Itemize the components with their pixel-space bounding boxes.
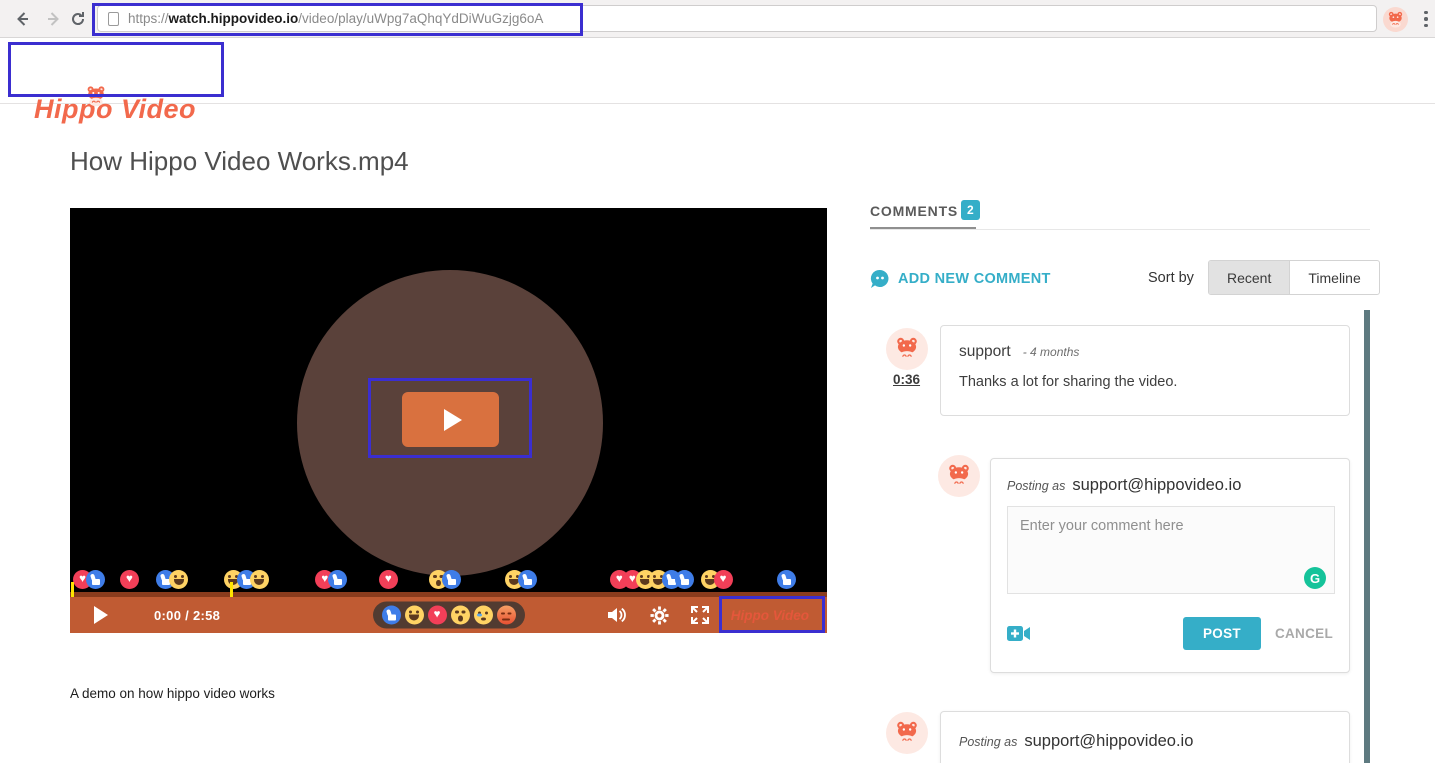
player-watermark: Hippo Video [731, 608, 811, 623]
timeline-marker[interactable] [230, 582, 233, 597]
cry-reaction-icon[interactable] [474, 606, 493, 625]
reaction-marker-group [777, 570, 796, 589]
reaction-marker-group [505, 570, 537, 589]
site-header: Hippo Video [0, 38, 1435, 104]
url-host: watch.hippovideo.io [169, 11, 299, 26]
cancel-button[interactable]: CANCEL [1275, 626, 1333, 641]
hippo-logo-icon [84, 84, 108, 108]
fullscreen-icon[interactable] [690, 605, 710, 625]
play-overlay-button[interactable] [402, 392, 499, 447]
reaction-markers-row [70, 570, 827, 589]
tab-divider [870, 229, 1370, 230]
comment-card: support - 4 months Thanks a lot for shar… [940, 325, 1350, 416]
browser-profile-avatar[interactable] [1383, 7, 1408, 32]
angry-reaction-icon[interactable] [497, 606, 516, 625]
heart-reaction-icon[interactable] [379, 570, 398, 589]
heart-reaction-icon[interactable] [714, 570, 733, 589]
thumb-reaction-icon[interactable] [518, 570, 537, 589]
reload-icon[interactable] [66, 7, 90, 31]
reaction-marker-group [610, 570, 694, 589]
grammarly-icon[interactable]: G [1304, 567, 1326, 589]
browser-menu-icon[interactable] [1419, 8, 1433, 30]
wow-reaction-icon[interactable] [451, 606, 470, 625]
comments-count-badge: 2 [961, 200, 980, 220]
video-title: How Hippo Video Works.mp4 [70, 146, 409, 177]
laugh-reaction-icon[interactable] [250, 570, 269, 589]
laugh-reaction-icon[interactable] [169, 570, 188, 589]
thumb-reaction-icon[interactable] [675, 570, 694, 589]
reaction-marker-group [429, 570, 461, 589]
browser-toolbar: https://watch.hippovideo.io/video/play/u… [0, 0, 1435, 38]
composer2-avatar [886, 712, 928, 754]
thumb-reaction-icon[interactable] [442, 570, 461, 589]
reaction-marker-group [73, 570, 105, 589]
video-controls-bar: 0:00 / 2:58 [70, 597, 827, 633]
comment-author: support [959, 343, 1011, 361]
post-button[interactable]: POST [1183, 617, 1261, 650]
comments-scrollbar[interactable] [1364, 310, 1370, 763]
video-description: A demo on how hippo video works [70, 686, 275, 701]
comment-age: - 4 months [1023, 345, 1080, 359]
sort-toggle-group: Recent Timeline [1208, 260, 1380, 295]
sort-by-label: Sort by [1148, 270, 1194, 286]
time-display: 0:00 / 2:58 [154, 608, 220, 623]
comment-text: Thanks a lot for sharing the video. [959, 374, 1331, 390]
posting-as-email: support@hippovideo.io [1072, 476, 1241, 495]
add-new-comment-button[interactable]: ADD NEW COMMENT [870, 269, 1051, 289]
reaction-marker-group [701, 570, 733, 589]
posting-as-label: Posting as [1007, 479, 1065, 493]
comment-avatar [886, 328, 928, 370]
url-path: /video/play/uWpg7aQhqYdDiWuGzjg6oA [298, 11, 543, 26]
reaction-marker-group [120, 570, 139, 589]
comment-composer-2: Posting as support@hippovideo.io [940, 711, 1350, 763]
comment-timestamp-link[interactable]: 0:36 [893, 372, 920, 387]
forward-icon[interactable] [42, 7, 66, 31]
page: https://watch.hippovideo.io/video/play/u… [0, 0, 1435, 763]
tab-comments[interactable]: COMMENTS [870, 203, 958, 219]
thumb-reaction-icon[interactable] [777, 570, 796, 589]
add-video-comment-icon[interactable] [1007, 625, 1031, 642]
posting-as-label-2: Posting as [959, 735, 1017, 749]
site-logo[interactable]: Hippo Video [34, 94, 196, 125]
video-player: 0:00 / 2:58 [70, 208, 827, 633]
back-icon[interactable] [10, 7, 34, 31]
volume-icon[interactable] [607, 606, 629, 624]
reaction-picker-pill[interactable] [373, 602, 525, 629]
comment-composer: Posting as support@hippovideo.io G POST … [990, 458, 1350, 673]
video-screen[interactable] [70, 208, 827, 592]
timeline-marker[interactable] [71, 582, 74, 597]
comment-input[interactable] [1007, 506, 1335, 594]
add-new-comment-label: ADD NEW COMMENT [898, 271, 1051, 287]
heart-reaction-icon[interactable] [428, 606, 447, 625]
reaction-marker-group [315, 570, 347, 589]
thumb-reaction-icon[interactable] [382, 606, 401, 625]
composer-avatar [938, 455, 980, 497]
play-control-icon[interactable] [94, 606, 108, 624]
laugh-reaction-icon[interactable] [405, 606, 424, 625]
posting-as-email-2: support@hippovideo.io [1024, 732, 1193, 751]
settings-gear-icon[interactable] [650, 606, 669, 625]
comment-bubble-icon [870, 269, 890, 289]
sort-option-timeline[interactable]: Timeline [1289, 261, 1378, 294]
address-bar[interactable]: https://watch.hippovideo.io/video/play/u… [97, 5, 1377, 32]
url-scheme: https:// [128, 11, 169, 26]
play-icon [444, 409, 462, 431]
thumb-reaction-icon[interactable] [86, 570, 105, 589]
sort-option-recent[interactable]: Recent [1209, 261, 1289, 294]
page-security-icon[interactable] [108, 12, 119, 26]
reaction-marker-group [379, 570, 398, 589]
reaction-marker-group [156, 570, 188, 589]
heart-reaction-icon[interactable] [120, 570, 139, 589]
thumb-reaction-icon[interactable] [328, 570, 347, 589]
